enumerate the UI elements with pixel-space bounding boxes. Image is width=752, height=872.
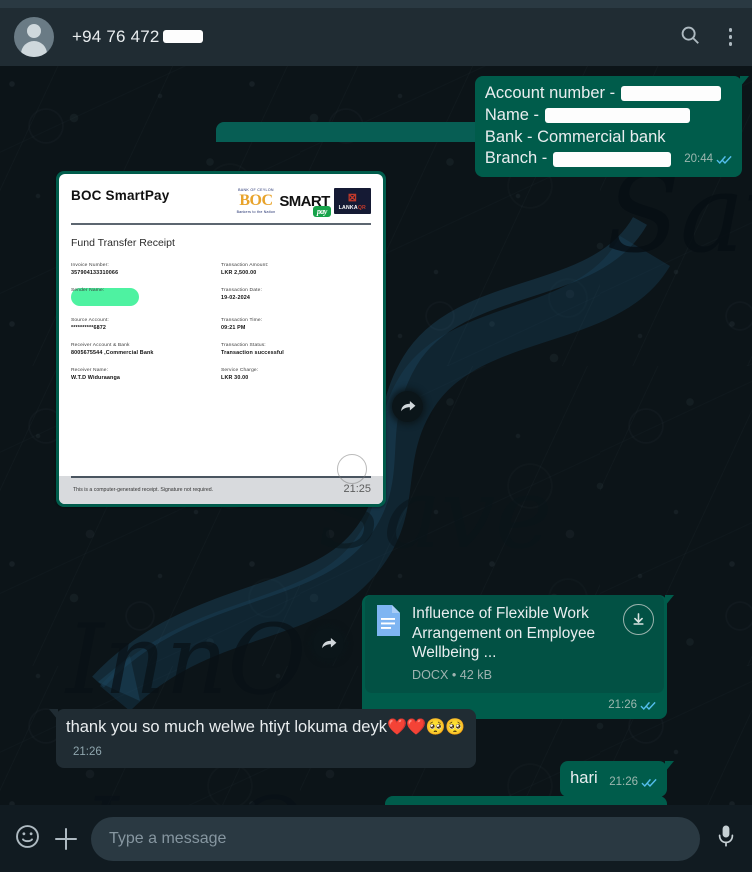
document-name: Influence of Flexible Work Arrangement o… — [412, 605, 596, 662]
download-circle-icon[interactable] — [337, 454, 367, 484]
receipt-logos: BANK OF CEYLON BOC Bankers to the Nation… — [236, 188, 371, 217]
redacted-name-mark — [162, 29, 203, 43]
message-bubble-hari[interactable]: hari 21:26 — [560, 761, 674, 797]
image-timestamp: 21:25 — [343, 483, 371, 495]
receipt-footer-divider — [71, 476, 371, 478]
page-title[interactable]: +94 76 472 — [72, 27, 203, 47]
message-emojis: ❤️❤️🥺🥺 — [387, 717, 465, 736]
read-receipt-ticks-icon — [716, 155, 732, 164]
microphone-icon[interactable] — [714, 823, 738, 854]
receipt-field: Transaction Amount: LKR 2,500.00 — [221, 263, 269, 276]
redacted-account-name — [544, 108, 690, 124]
receipt-fields: Invoice Number: 357904133310066 Transact… — [71, 263, 371, 381]
read-receipt-ticks-icon — [641, 778, 657, 787]
message-bubble-document[interactable]: Influence of Flexible Work Arrangement o… — [362, 592, 674, 719]
receipt-field: Transaction Status: Transaction successf… — [221, 343, 284, 356]
search-input-wrapper[interactable]: Type a message — [91, 816, 700, 861]
document-bubble-body: Influence of Flexible Work Arrangement o… — [362, 595, 674, 719]
receipt-title: Fund Transfer Receipt — [71, 237, 175, 249]
receipt-field: Service Charge: LKR 30.00 — [221, 368, 259, 381]
receipt-field: Transaction Time: 09:21 PM — [221, 318, 263, 331]
receipt-header: BOC SmartPay BANK OF CEYLON BOC Bankers … — [71, 188, 371, 217]
message-meta: 21:26 — [609, 775, 658, 790]
emoji-smiley-glyph — [16, 824, 39, 848]
three-dots-menu-icon[interactable] — [723, 24, 739, 50]
receipt-field: Receiver Account & Bank 8005675544 ,Comm… — [71, 343, 154, 356]
watermark-inno-2: InnO — [84, 778, 304, 805]
status-bar — [0, 0, 752, 8]
message-bubble-receipt-image[interactable]: BOC SmartPay BANK OF CEYLON BOC Bankers … — [56, 171, 386, 507]
message-row-thanks-outgoing: Thanks apiwa select kalata. 21:27 — [384, 796, 667, 805]
message-row-hari: hari 21:26 — [560, 761, 674, 797]
receipt-footer-note: This is a computer-generated receipt. Si… — [73, 487, 214, 493]
read-receipt-ticks-icon — [640, 701, 656, 710]
account-line: Bank - Commercial bank — [484, 127, 666, 146]
redacted-branch — [553, 151, 672, 167]
account-line: Account number - — [485, 83, 733, 105]
document-card[interactable]: Influence of Flexible Work Arrangement o… — [365, 595, 664, 693]
message-bubble-thanks-outgoing[interactable]: Thanks apiwa select kalata. 21:27 — [384, 796, 667, 805]
forward-arrow-icon[interactable] — [313, 628, 344, 659]
receipt-field-redacted: Sender Name: — [71, 288, 221, 306]
message-list[interactable]: Save Save InnO InnO 20:44 Account number… — [0, 66, 752, 805]
lankaqr-logo-icon: ⊠ LANKAQR — [333, 188, 371, 214]
receipt-brand: BOC SmartPay — [71, 188, 170, 203]
watermark-inno-1: InnO — [66, 604, 307, 716]
chat-header: +94 76 472 — [0, 8, 752, 66]
boc-logo-icon: BANK OF CEYLON BOC Bankers to the Nation — [236, 188, 276, 214]
forward-arrow-glyph — [322, 637, 337, 649]
message-text: thank you so much welwe htiyt lokuma dey… — [66, 718, 387, 736]
contact-name: +94 76 472 — [72, 27, 160, 46]
download-arrow-glyph — [633, 613, 644, 625]
message-composer: Type a message — [0, 805, 752, 872]
receipt-field: Receiver Name: W.T.D Widuraanga — [71, 368, 121, 381]
receipt-image: BOC SmartPay BANK OF CEYLON BOC Bankers … — [59, 174, 383, 504]
whatsapp-chat-screen: +94 76 472 Save Save InnO InnO — [0, 0, 752, 872]
document-info: Influence of Flexible Work Arrangement o… — [412, 604, 612, 684]
message-meta: 20:44 — [684, 152, 733, 167]
message-bubble-thanks-incoming[interactable]: thank you so much welwe htiyt lokuma dey… — [49, 709, 476, 768]
forward-arrow-icon[interactable] — [392, 391, 423, 422]
header-actions — [679, 24, 739, 51]
receipt-field: Invoice Number: 357904133310066 — [71, 263, 119, 276]
document-meta: DOCX • 42 kB — [412, 668, 492, 683]
plus-attach-icon[interactable] — [55, 827, 77, 850]
message-bubble-account-details[interactable]: Account number - Name - Bank - Commercia… — [474, 76, 750, 178]
account-line: Branch - 20:44 — [485, 148, 733, 170]
download-arrow-icon[interactable] — [623, 604, 654, 635]
account-line: Name - — [485, 105, 733, 127]
docx-file-icon — [377, 605, 400, 636]
microphone-glyph — [718, 825, 734, 847]
message-input-placeholder[interactable]: Type a message — [109, 830, 226, 848]
receipt-field: Transaction Date: 19-02-2024 — [221, 288, 262, 301]
emoji-smiley-icon[interactable] — [14, 823, 41, 855]
redacted-account-number — [621, 86, 722, 102]
receipt-field: Source Account: **********6872 — [71, 318, 109, 331]
receipt-divider — [71, 223, 371, 225]
avatar[interactable] — [14, 17, 54, 57]
message-text: hari — [570, 769, 598, 787]
message-row-thanks-incoming: thank you so much welwe htiyt lokuma dey… — [49, 709, 476, 768]
message-meta: 21:26 — [73, 746, 102, 759]
smartpay-logo-icon: SMART pay — [279, 192, 331, 217]
message-row-account-details: Account number - Name - Bank - Commercia… — [474, 76, 750, 178]
search-icon[interactable] — [679, 24, 701, 51]
forward-arrow-glyph — [401, 400, 416, 412]
